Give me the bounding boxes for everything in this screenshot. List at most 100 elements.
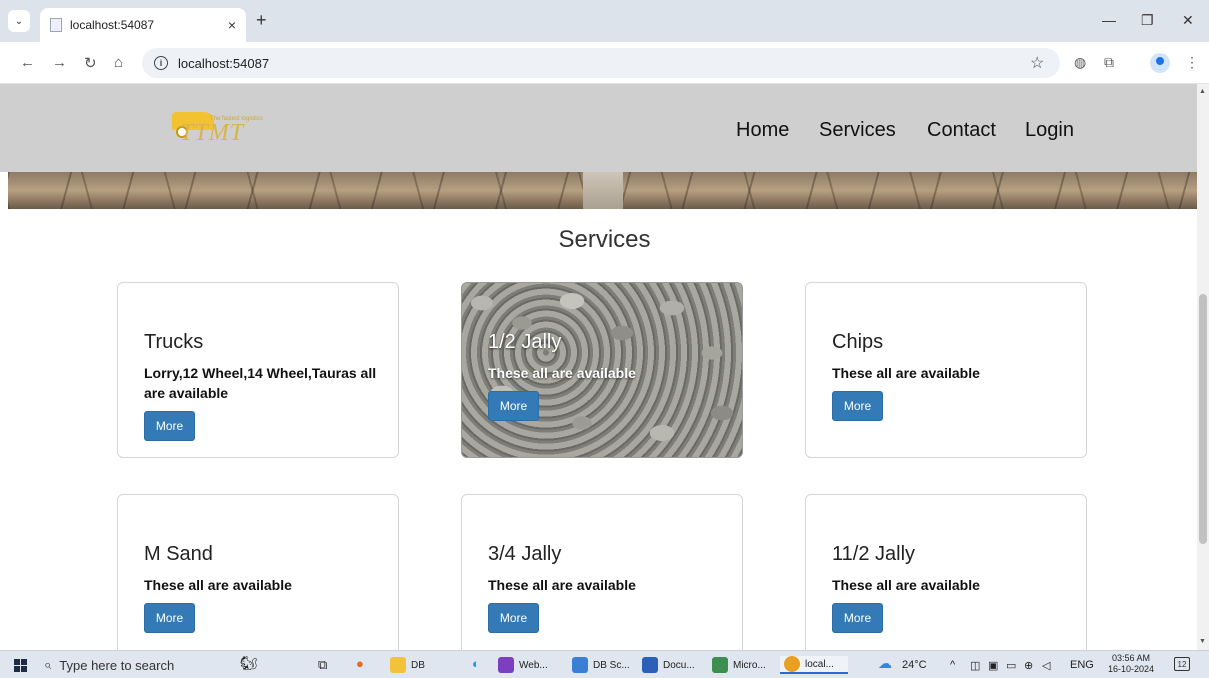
- page-scrollbar[interactable]: ▲ ▼: [1197, 84, 1209, 650]
- page-favicon-icon: [50, 18, 62, 32]
- reload-icon[interactable]: ↻: [84, 54, 97, 72]
- page-viewport: The fastest logistics TTMT Home Services…: [0, 84, 1197, 650]
- logo-text: TTMT: [180, 120, 245, 146]
- windows-start-icon[interactable]: [14, 659, 27, 672]
- app-icon: [712, 657, 728, 673]
- bookmark-star-icon[interactable]: ☆: [1030, 53, 1044, 73]
- ssms-icon: [572, 657, 588, 673]
- visual-studio-icon: [498, 657, 514, 673]
- section-title: Services: [558, 226, 651, 253]
- more-button[interactable]: More: [832, 391, 883, 421]
- weather-temp[interactable]: 24°C: [902, 659, 927, 671]
- banner-walkway: [583, 172, 623, 209]
- service-card-eleven-half-jally: 11/2 Jally These all are available More: [805, 494, 1087, 650]
- browser-tab-bar: ⌄ localhost:54087 × + — ❐ ✕: [0, 0, 1209, 42]
- browser-toolbar: ← → ↻ ⌂ i localhost:54087 ☆ ◍ ⧉ ⋮: [0, 42, 1209, 84]
- chrome-icon: [784, 656, 800, 672]
- home-icon[interactable]: ⌂: [114, 54, 123, 71]
- service-card-chips: Chips These all are available More: [805, 282, 1087, 458]
- address-url[interactable]: localhost:54087: [178, 56, 269, 71]
- language-indicator[interactable]: ENG: [1070, 659, 1094, 671]
- card-title: 1/2 Jally: [488, 331, 562, 353]
- tab-close-icon[interactable]: ×: [228, 17, 236, 33]
- browser-tab[interactable]: localhost:54087 ×: [40, 8, 246, 42]
- notification-count: 12: [1177, 659, 1187, 669]
- taskbar-item-web[interactable]: Web...: [498, 656, 548, 674]
- site-logo[interactable]: The fastest logistics TTMT: [170, 106, 290, 156]
- taskbar-item-chrome[interactable]: local...: [780, 656, 848, 674]
- firefox-icon[interactable]: ●: [356, 656, 364, 671]
- card-description: These all are available: [832, 365, 980, 381]
- nav-services[interactable]: Services: [819, 119, 896, 142]
- restore-button[interactable]: ❐: [1141, 12, 1154, 29]
- task-view-icon[interactable]: ⧉: [318, 657, 327, 673]
- taskbar-item-label: DB: [411, 659, 425, 671]
- card-description: These all are available: [488, 577, 636, 593]
- minimize-button[interactable]: —: [1102, 12, 1116, 28]
- scrollbar-thumb[interactable]: [1199, 294, 1207, 544]
- more-button[interactable]: More: [488, 391, 539, 421]
- taskbar-item-db-script[interactable]: DB Sc...: [572, 656, 630, 674]
- card-title: 3/4 Jally: [488, 543, 562, 565]
- notification-center-icon[interactable]: 12: [1174, 657, 1190, 671]
- close-window-button[interactable]: ✕: [1182, 12, 1194, 29]
- word-icon: [642, 657, 658, 673]
- system-clock[interactable]: 03:56 AM 16-10-2024: [1108, 653, 1154, 675]
- nav-contact[interactable]: Contact: [927, 119, 996, 142]
- back-arrow-icon[interactable]: ←: [20, 54, 35, 71]
- card-description: These all are available: [832, 577, 980, 593]
- more-button[interactable]: More: [488, 603, 539, 633]
- network-icon[interactable]: ⊕: [1024, 659, 1033, 672]
- extension-globe-icon[interactable]: ◍: [1074, 54, 1086, 71]
- nav-login[interactable]: Login: [1025, 119, 1074, 142]
- tab-search-chevron-icon[interactable]: ⌄: [8, 10, 30, 32]
- extensions-puzzle-icon[interactable]: ⧉: [1104, 54, 1114, 71]
- site-info-icon[interactable]: i: [154, 56, 168, 70]
- scroll-up-arrow-icon[interactable]: ▲: [1199, 88, 1206, 95]
- scroll-down-arrow-icon[interactable]: ▼: [1199, 638, 1206, 645]
- more-button[interactable]: More: [144, 603, 195, 633]
- tab-title: localhost:54087: [70, 18, 155, 32]
- tray-chevron-up-icon[interactable]: ^: [950, 659, 955, 671]
- search-highlight-icon[interactable]: 🐿: [240, 655, 258, 672]
- hero-banner-image: [8, 172, 1197, 209]
- taskbar-item-document[interactable]: Docu...: [642, 656, 695, 674]
- tray-app-icon[interactable]: ◫: [970, 659, 980, 672]
- edge-icon[interactable]: ◐: [472, 656, 480, 671]
- card-title: M Sand: [144, 543, 213, 565]
- weather-icon[interactable]: ☁: [878, 655, 892, 672]
- taskbar-item-micro[interactable]: Micro...: [712, 656, 766, 674]
- card-description: These all are available: [488, 365, 636, 381]
- service-card-m-sand: M Sand These all are available More: [117, 494, 399, 650]
- taskbar-item-label: Web...: [519, 659, 548, 671]
- taskbar-item-db[interactable]: DB: [390, 656, 425, 674]
- tray-update-icon[interactable]: ▣: [988, 659, 998, 672]
- taskbar-item-label: DB Sc...: [593, 659, 630, 671]
- browser-menu-icon[interactable]: ⋮: [1185, 54, 1199, 71]
- taskbar-search-placeholder: Type here to search: [59, 657, 175, 673]
- card-description: These all are available: [144, 577, 292, 593]
- service-card-half-jally: 1/2 Jally These all are available More: [461, 282, 743, 458]
- more-button[interactable]: More: [832, 603, 883, 633]
- clock-date: 16-10-2024: [1108, 664, 1155, 674]
- taskbar-item-label: local...: [805, 658, 834, 670]
- clock-time: 03:56 AM: [1112, 653, 1151, 663]
- volume-icon[interactable]: ◁: [1042, 659, 1050, 672]
- service-card-trucks: Trucks Lorry,12 Wheel,14 Wheel,Tauras al…: [117, 282, 399, 458]
- card-description: Lorry,12 Wheel,14 Wheel,Tauras all are a…: [144, 365, 377, 401]
- more-button[interactable]: More: [144, 411, 195, 441]
- card-title: 11/2 Jally: [832, 543, 916, 565]
- profile-avatar-icon[interactable]: [1150, 53, 1170, 73]
- taskbar-search[interactable]: ⌕ Type here to search: [44, 653, 224, 677]
- os-taskbar: ⌕ Type here to search 🐿 ⧉ ● DB ◐ Web... …: [0, 650, 1209, 678]
- folder-icon: [390, 657, 406, 673]
- forward-arrow-icon[interactable]: →: [52, 54, 67, 71]
- service-card-three-quarter-jally: 3/4 Jally These all are available More: [461, 494, 743, 650]
- battery-icon[interactable]: ▭: [1006, 659, 1016, 672]
- site-header: The fastest logistics TTMT Home Services…: [0, 84, 1197, 172]
- address-bar[interactable]: i localhost:54087: [142, 48, 1060, 78]
- new-tab-button[interactable]: +: [256, 10, 267, 31]
- taskbar-item-label: Docu...: [663, 659, 695, 671]
- card-title: Chips: [832, 331, 884, 353]
- nav-home[interactable]: Home: [736, 119, 789, 142]
